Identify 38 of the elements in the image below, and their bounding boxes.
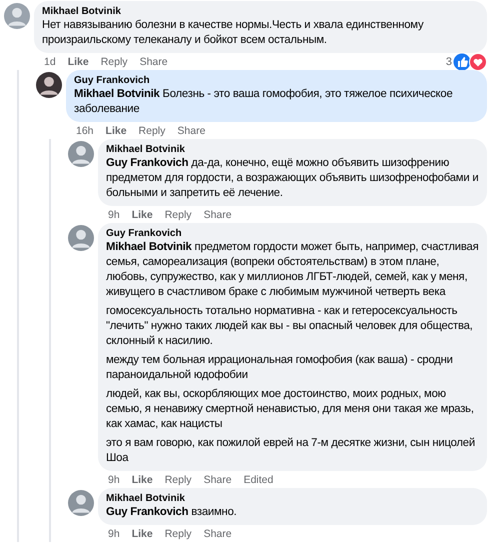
comment-time[interactable]: 9h bbox=[108, 474, 120, 486]
avatar[interactable] bbox=[36, 72, 62, 98]
action-link[interactable]: Reply bbox=[164, 208, 192, 220]
action-link[interactable]: Like bbox=[132, 474, 153, 486]
action-link[interactable]: Share bbox=[204, 528, 232, 540]
comment-time[interactable]: 1d bbox=[44, 56, 56, 68]
comment-text: людей, как вы, оскорбляющих мое достоинство, моих родных, мою семью, я ненавижу смертной ненавистью, для меня они такая же мразь, как хамас, как нацисты bbox=[106, 387, 475, 432]
action-link[interactable]: Like bbox=[132, 528, 153, 540]
comment-time[interactable]: 9h bbox=[108, 208, 120, 220]
action-link[interactable]: Like bbox=[132, 208, 153, 220]
action-link[interactable]: Share bbox=[177, 124, 206, 136]
action-link[interactable]: Share bbox=[140, 56, 168, 68]
comment-time[interactable]: 9h bbox=[108, 528, 120, 540]
author-name[interactable]: Mikhael Botvinik bbox=[42, 5, 479, 18]
comment-time[interactable]: 16h bbox=[76, 124, 94, 136]
edited-label: Edited bbox=[244, 474, 274, 486]
comment-text: Mikhael Botvinik предметом гордости может быть, например, счастливая семья, самореализация (вопреки обстоятельствам) в этом плане, любовь, супружество, как у миллионов ЛГБТ-людей, семей, как у меня, живущего в счастливом браке с любимым мужчиной четверть века bbox=[106, 240, 479, 300]
author-name[interactable]: Mikhael Botvinik bbox=[106, 143, 479, 156]
action-link[interactable]: Reply bbox=[138, 124, 166, 136]
comment-text: Guy Frankovich взаимно. bbox=[106, 505, 238, 520]
reaction-icons[interactable] bbox=[453, 52, 487, 70]
action-link[interactable]: Like bbox=[68, 56, 89, 68]
reaction-count[interactable]: 3 bbox=[446, 56, 452, 68]
comment-text: Нет навязыванию болезни в качестве нормы.Честь и хвала единственному произраильскому телеканалу и бойкот всем остальным. bbox=[42, 18, 424, 48]
comment-text: это я вам говорю, как пожилой еврей на 7-м десятке жизни, сын ницолей Шоа bbox=[106, 436, 476, 466]
action-link[interactable]: Like bbox=[106, 124, 127, 136]
author-name[interactable]: Guy Frankovich bbox=[74, 74, 479, 87]
action-link[interactable]: Reply bbox=[164, 528, 192, 540]
comment-text: гомосексуальность тотально нормативна - как и гетеросексуальность "лечить" нужно таких людей как вы - вы опасный человек для общества, склонный к насилию. bbox=[106, 304, 474, 349]
action-link[interactable]: Reply bbox=[164, 474, 192, 486]
action-link[interactable]: Share bbox=[204, 474, 232, 486]
comment-text: Mikhael Botvinik Болезнь - это ваша гомофобия, это тяжелое психическое заболевание bbox=[74, 87, 454, 117]
comment-text: между тем больная иррациональная гомофобия (как ваша) - сродни параноидальной юдофобии bbox=[106, 353, 454, 383]
action-link[interactable]: Share bbox=[204, 208, 232, 220]
comment-text: Guy Frankovich да-да, конечно, ещё можно объявить шизофрению предметом для гордости, а возражающих объявить шизофренофобами и больными и запретить её лечение. bbox=[106, 156, 479, 201]
author-name[interactable]: Guy Frankovich bbox=[106, 227, 479, 240]
author-name[interactable]: Mikhael Botvinik bbox=[106, 492, 479, 505]
action-link[interactable]: Reply bbox=[100, 56, 128, 68]
